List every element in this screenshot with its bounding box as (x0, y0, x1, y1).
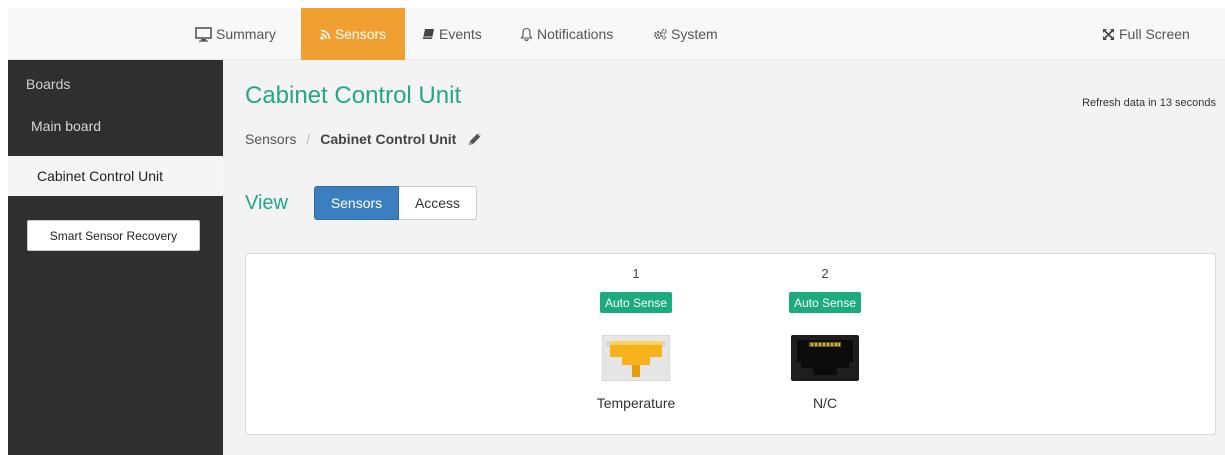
nav-summary-label: Summary (216, 26, 276, 42)
rj45-yellow-icon (601, 334, 671, 384)
top-nav: Summary Sensors Events Notifications Sys… (8, 8, 1225, 60)
breadcrumb-separator: / (306, 131, 311, 147)
sidebar-item-main-board[interactable]: Main board (31, 118, 101, 134)
nav-events[interactable]: Events (422, 8, 482, 60)
fullscreen-button[interactable]: Full Screen (1102, 8, 1190, 60)
nav-notifications[interactable]: Notifications (520, 8, 613, 60)
nav-notifications-label: Notifications (537, 26, 614, 42)
bell-icon (520, 27, 533, 41)
view-toggle: Sensors Access (314, 186, 477, 220)
nav-events-label: Events (439, 26, 482, 42)
breadcrumb-root[interactable]: Sensors (245, 131, 296, 147)
view-access-button[interactable]: Access (399, 186, 477, 220)
monitor-icon (195, 26, 212, 42)
view-label: View (245, 192, 288, 214)
nav-summary[interactable]: Summary (195, 8, 291, 60)
view-sensors-button[interactable]: Sensors (314, 186, 399, 220)
page-title: Cabinet Control Unit (245, 82, 462, 109)
expand-icon (1102, 28, 1115, 41)
sidebar-heading: Boards (26, 76, 71, 92)
nav-sensors[interactable]: Sensors (301, 8, 405, 60)
nav-system-label: System (671, 26, 718, 42)
main-content: Cabinet Control Unit Refresh data in 13 … (223, 60, 1225, 455)
sensor-ports-panel: 1 Auto Sense Temperature 2 Auto Sense N/… (245, 253, 1216, 435)
auto-sense-badge: Auto Sense (599, 292, 673, 313)
nav-sensors-label: Sensors (334, 26, 387, 42)
book-icon (422, 28, 435, 40)
sidebar-item-cabinet-control-unit[interactable]: Cabinet Control Unit (8, 156, 223, 196)
cogs-icon (653, 28, 667, 40)
auto-sense-badge: Auto Sense (788, 292, 862, 313)
rj45-black-icon (791, 335, 859, 384)
breadcrumb-current: Cabinet Control Unit (320, 131, 457, 147)
rss-icon (320, 29, 331, 40)
port-number: 1 (632, 266, 640, 281)
breadcrumb: Sensors / Cabinet Control Unit (245, 130, 484, 148)
port-label: N/C (812, 395, 838, 411)
port-number: 2 (821, 266, 829, 281)
pencil-icon[interactable] (466, 130, 484, 148)
port-label: Temperature (596, 395, 676, 411)
fullscreen-label: Full Screen (1119, 26, 1190, 42)
smart-sensor-recovery-button[interactable]: Smart Sensor Recovery (27, 220, 200, 251)
refresh-countdown: Refresh data in 13 seconds (1082, 97, 1216, 109)
nav-system[interactable]: System (653, 8, 718, 60)
sidebar: Boards Main board Cabinet Control Unit S… (8, 60, 223, 455)
